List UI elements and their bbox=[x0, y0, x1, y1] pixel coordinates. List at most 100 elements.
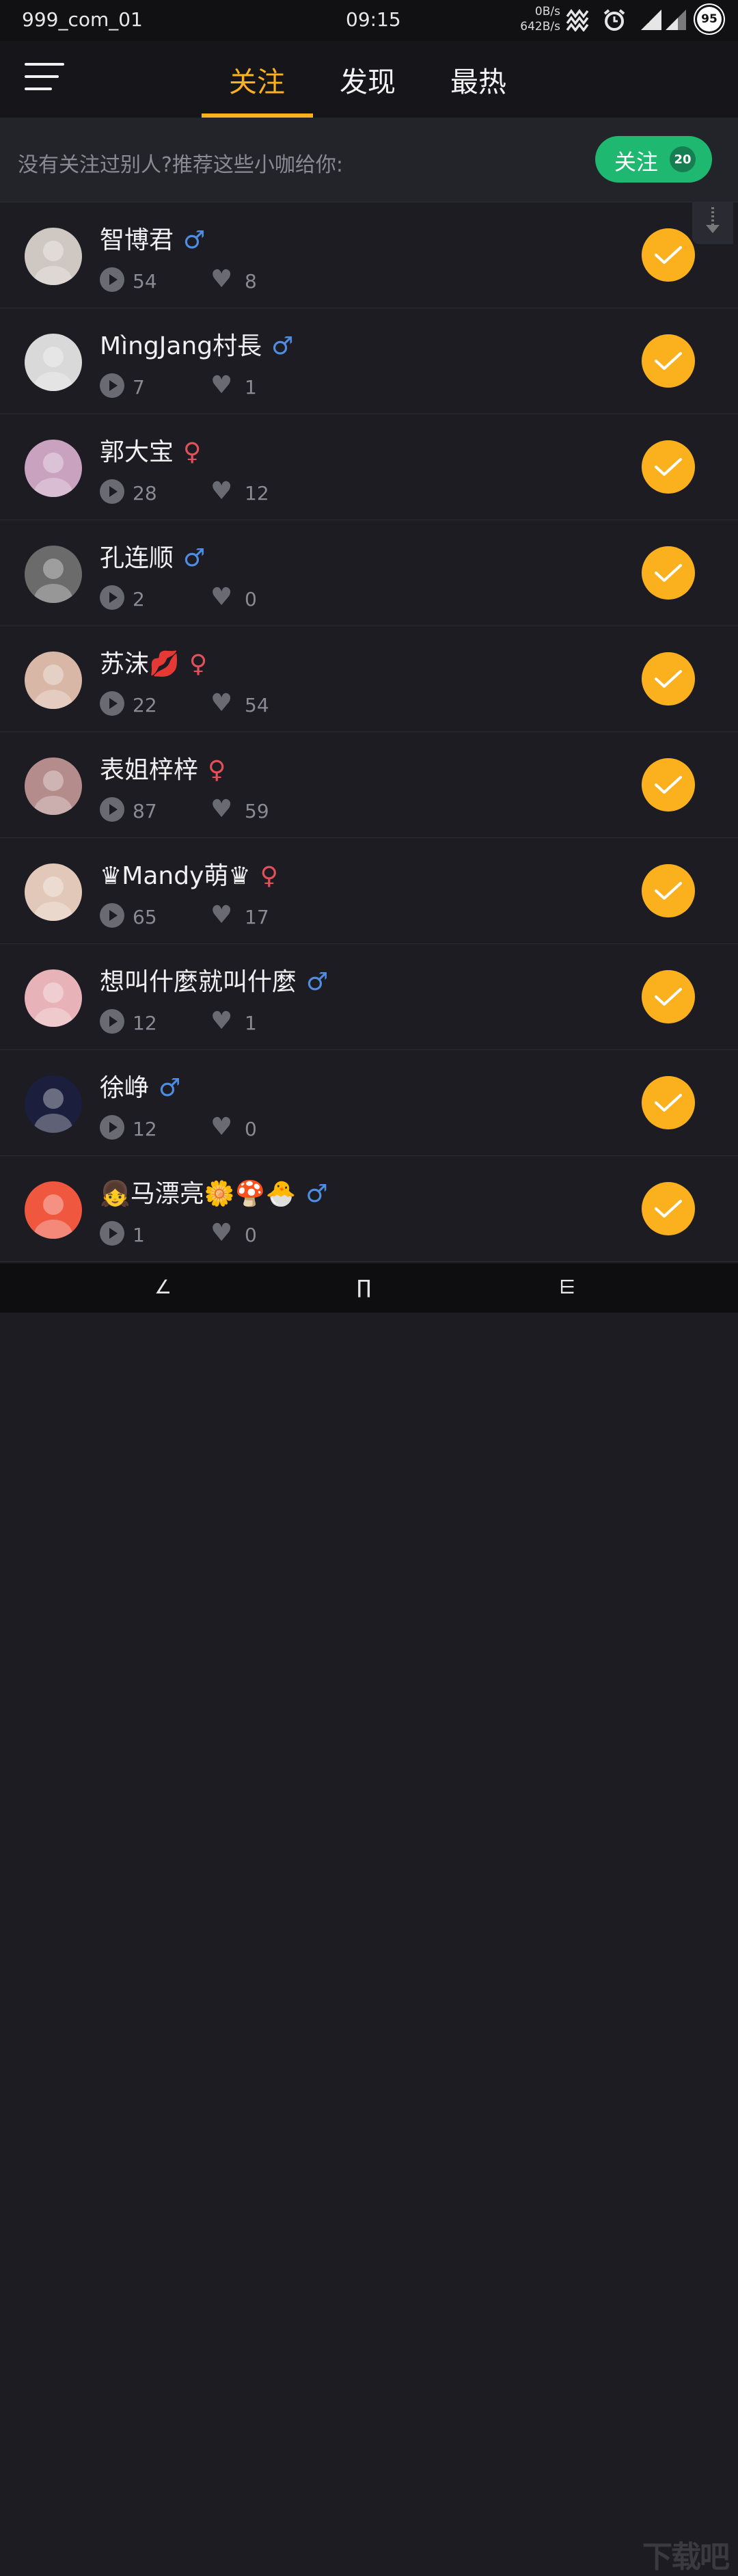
user-name: 👧马漂亮🌼🍄🐣 bbox=[100, 1180, 297, 1208]
gender-male-icon: ♂ bbox=[306, 968, 329, 996]
user-name-line[interactable]: 想叫什麼就叫什麼 ♂ bbox=[100, 962, 328, 997]
user-name-line[interactable]: 苏沫💋 ♀ bbox=[100, 644, 207, 680]
user-row[interactable]: 想叫什麼就叫什麼 ♂ 12 ♥ 1 bbox=[0, 944, 738, 1050]
avatar-image bbox=[25, 334, 82, 391]
avatar[interactable] bbox=[25, 1181, 82, 1239]
avatar[interactable] bbox=[25, 334, 82, 391]
user-name: 苏沫💋 bbox=[100, 650, 180, 678]
avatar[interactable] bbox=[25, 440, 82, 497]
user-row[interactable]: 表姐梓梓 ♀ 87 ♥ 59 bbox=[0, 732, 738, 838]
follow-check-button[interactable] bbox=[642, 334, 695, 388]
tab-follow[interactable]: 关注 bbox=[202, 41, 312, 118]
play-count: 12 bbox=[133, 1012, 157, 1034]
gender-female-icon: ♀ bbox=[260, 862, 279, 890]
user-name-line[interactable]: MìngJang村長 ♂ bbox=[100, 326, 293, 362]
play-count-icon bbox=[100, 903, 124, 928]
user-name-line[interactable]: 徐峥 ♂ bbox=[100, 1068, 180, 1103]
play-count: 2 bbox=[133, 588, 145, 611]
gender-female-icon: ♀ bbox=[189, 650, 208, 678]
like-count: 0 bbox=[245, 1224, 257, 1246]
user-name: 智博君 bbox=[100, 226, 174, 254]
carrier-label: 999_com_01 bbox=[22, 8, 143, 31]
user-name: 孔连顺 bbox=[100, 544, 174, 572]
user-row[interactable]: 智博君 ♂ 54 ♥ 8 bbox=[0, 202, 738, 308]
user-row[interactable]: 👧马漂亮🌼🍄🐣 ♂ 1 ♥ 0 bbox=[0, 1156, 738, 1262]
user-name: 想叫什麼就叫什麼 bbox=[100, 968, 297, 996]
user-name-line[interactable]: ♛Mandy萌♛ ♀ bbox=[100, 856, 278, 891]
heart-icon: ♥ bbox=[210, 1113, 233, 1141]
avatar[interactable] bbox=[25, 863, 82, 921]
recommendation-bar: 没有关注过别人?推荐这些小咖给你: 关注 20 bbox=[0, 118, 738, 202]
user-name: ♛Mandy萌♛ bbox=[100, 862, 251, 890]
user-row[interactable]: 郭大宝 ♀ 28 ♥ 12 bbox=[0, 414, 738, 520]
tab-discover[interactable]: 发现 bbox=[312, 41, 423, 118]
avatar-image bbox=[25, 228, 82, 285]
wifi-signal-icon bbox=[641, 10, 661, 30]
tab-hottest[interactable]: 最热 bbox=[423, 41, 534, 118]
user-name-line[interactable]: 表姐梓梓 ♀ bbox=[100, 750, 226, 786]
gender-female-icon: ♀ bbox=[183, 438, 202, 466]
avatar[interactable] bbox=[25, 546, 82, 603]
back-button[interactable]: ∠ bbox=[154, 1276, 172, 1298]
heart-icon: ♥ bbox=[210, 689, 233, 717]
menu-icon[interactable] bbox=[25, 63, 64, 93]
home-button[interactable]: ∏ bbox=[357, 1276, 371, 1298]
user-name-line[interactable]: 智博君 ♂ bbox=[100, 220, 205, 256]
avatar[interactable] bbox=[25, 969, 82, 1027]
user-name-line[interactable]: 郭大宝 ♀ bbox=[100, 432, 201, 468]
avatar[interactable] bbox=[25, 652, 82, 709]
play-count-icon bbox=[100, 479, 124, 504]
avatar[interactable] bbox=[25, 228, 82, 285]
follow-check-button[interactable] bbox=[642, 652, 695, 706]
play-count: 7 bbox=[133, 376, 145, 399]
check-icon bbox=[655, 352, 682, 370]
play-count: 22 bbox=[133, 694, 157, 716]
heart-icon: ♥ bbox=[210, 371, 233, 399]
avatar[interactable] bbox=[25, 1075, 82, 1133]
scroll-handle[interactable] bbox=[692, 202, 733, 244]
user-name: MìngJang村長 bbox=[100, 332, 262, 360]
follow-check-button[interactable] bbox=[642, 758, 695, 811]
gender-male-icon: ♂ bbox=[305, 1180, 328, 1208]
gender-male-icon: ♂ bbox=[271, 332, 294, 360]
like-count: 8 bbox=[245, 270, 257, 293]
like-count: 1 bbox=[245, 1012, 257, 1034]
like-count: 1 bbox=[245, 376, 257, 399]
play-count-icon bbox=[100, 691, 124, 716]
follow-check-button[interactable] bbox=[642, 864, 695, 917]
avatar-image bbox=[25, 1075, 82, 1133]
follow-check-button[interactable] bbox=[642, 1076, 695, 1129]
user-row[interactable]: 苏沫💋 ♀ 22 ♥ 54 bbox=[0, 626, 738, 732]
follow-check-button[interactable] bbox=[642, 440, 695, 494]
play-count: 12 bbox=[133, 1118, 157, 1140]
follow-check-button[interactable] bbox=[642, 228, 695, 282]
recommendation-text: 没有关注过别人?推荐这些小咖给你: bbox=[18, 153, 344, 177]
play-count-icon bbox=[100, 267, 124, 292]
heart-icon: ♥ bbox=[210, 583, 233, 611]
like-count: 0 bbox=[245, 588, 257, 611]
gender-male-icon: ♂ bbox=[183, 226, 206, 254]
avatar-image bbox=[25, 969, 82, 1027]
arrow-down-icon bbox=[706, 207, 720, 233]
avatar[interactable] bbox=[25, 757, 82, 815]
avatar-image bbox=[25, 1181, 82, 1239]
follow-check-button[interactable] bbox=[642, 1182, 695, 1235]
check-icon bbox=[655, 246, 682, 264]
battery-indicator: 95 bbox=[697, 7, 722, 31]
recent-apps-button[interactable]: ⋿ bbox=[559, 1276, 575, 1298]
cell-signal-icon bbox=[666, 10, 686, 30]
user-row[interactable]: 徐峥 ♂ 12 ♥ 0 bbox=[0, 1050, 738, 1156]
play-count-icon bbox=[100, 585, 124, 610]
user-row[interactable]: MìngJang村長 ♂ 7 ♥ 1 bbox=[0, 308, 738, 414]
follow-check-button[interactable] bbox=[642, 970, 695, 1023]
top-nav: 关注 发现 最热 bbox=[0, 41, 738, 118]
play-count: 87 bbox=[133, 800, 157, 822]
follow-check-button[interactable] bbox=[642, 546, 695, 600]
user-row[interactable]: 孔连顺 ♂ 2 ♥ 0 bbox=[0, 520, 738, 626]
follow-all-button[interactable]: 关注 20 bbox=[595, 136, 712, 183]
check-icon bbox=[655, 776, 682, 794]
check-icon bbox=[655, 988, 682, 1006]
user-row[interactable]: ♛Mandy萌♛ ♀ 65 ♥ 17 bbox=[0, 838, 738, 944]
user-name-line[interactable]: 👧马漂亮🌼🍄🐣 ♂ bbox=[100, 1174, 328, 1209]
user-name-line[interactable]: 孔连顺 ♂ bbox=[100, 538, 205, 574]
